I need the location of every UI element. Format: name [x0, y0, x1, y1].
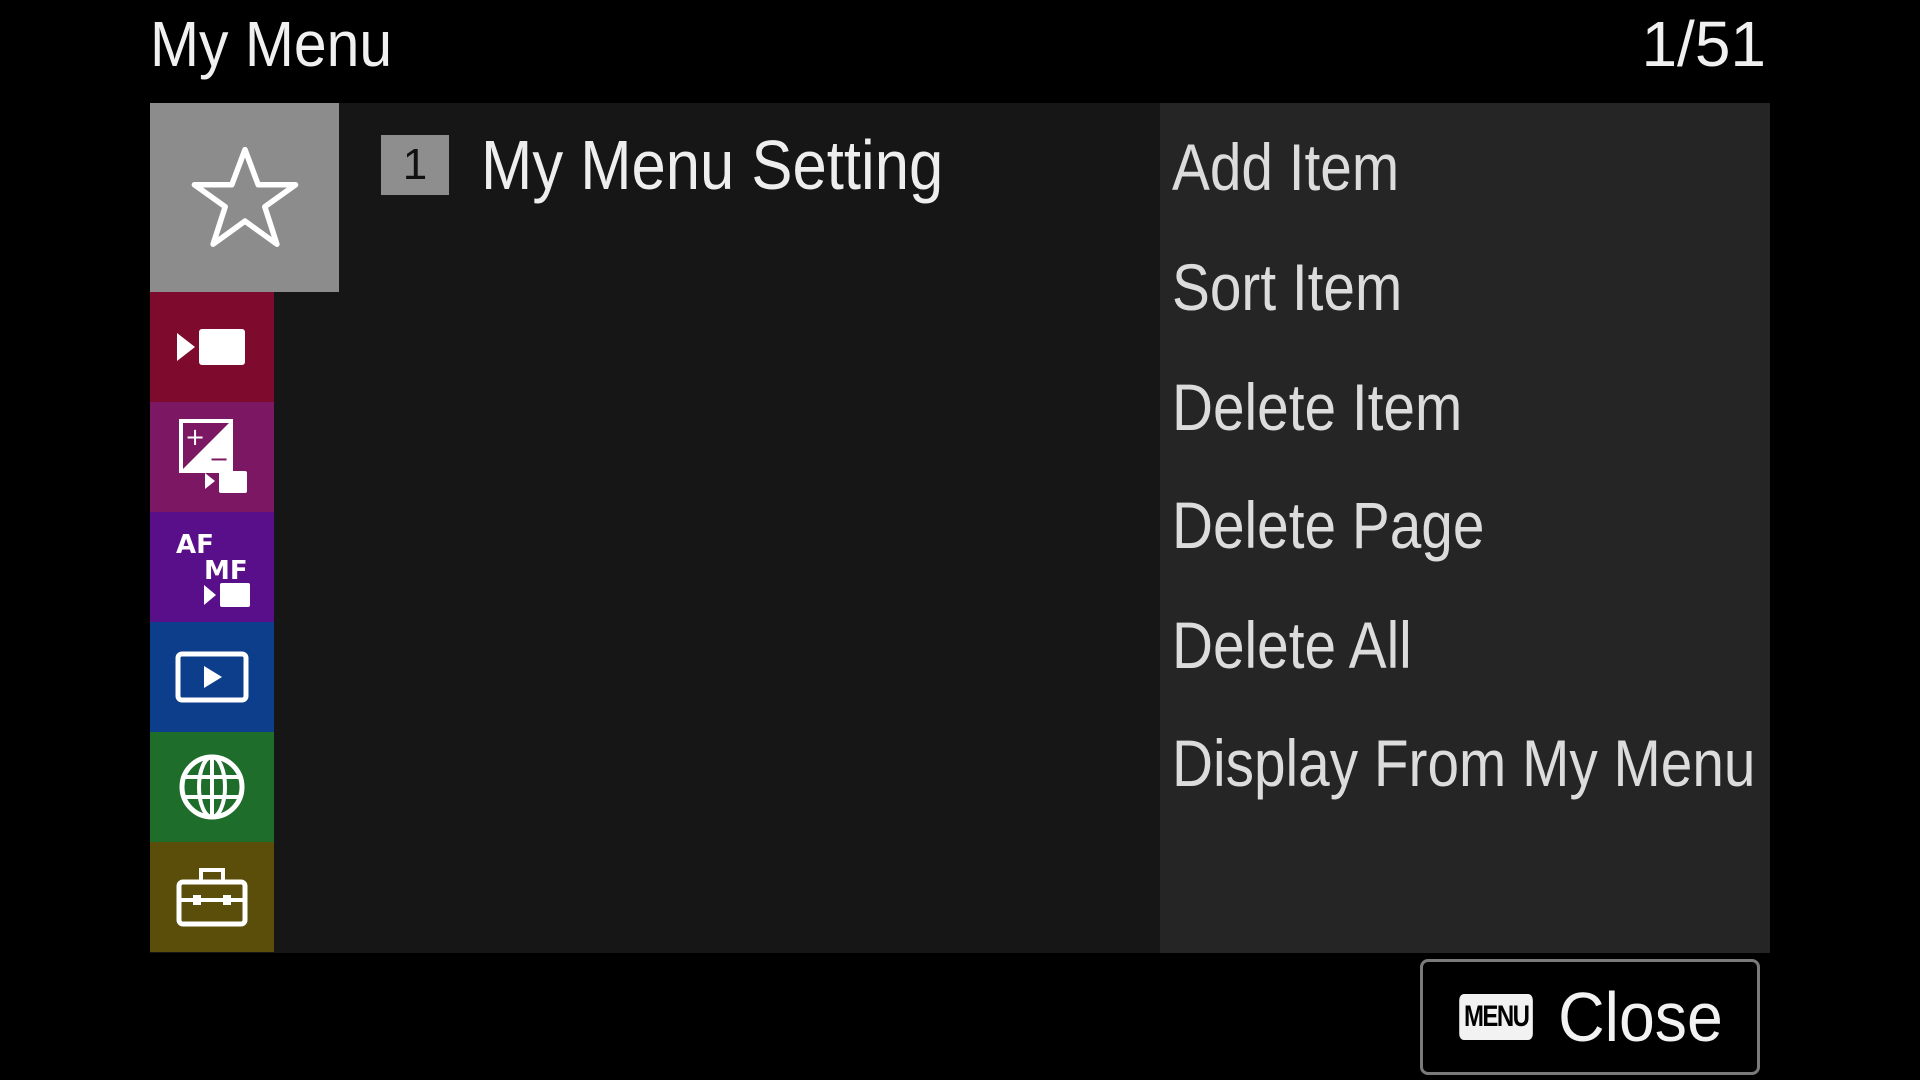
submenu-item-my-menu-setting[interactable]: 1 My Menu Setting [381, 125, 1006, 205]
svg-text:−: − [209, 445, 229, 473]
option-add-item[interactable]: Add Item [1172, 127, 1399, 207]
submenu-area [339, 103, 1160, 953]
exposure-icon: + − [179, 419, 247, 493]
tab-network[interactable] [150, 732, 274, 842]
star-icon [191, 146, 298, 247]
option-display-from-my-menu[interactable]: Display From My Menu [1172, 723, 1755, 803]
globe-icon [179, 754, 245, 820]
tab-my-menu[interactable] [150, 103, 339, 292]
toolbox-icon [176, 868, 248, 927]
option-delete-all[interactable]: Delete All [1172, 605, 1412, 685]
svg-text:+: + [185, 423, 205, 451]
close-button[interactable]: MENU Close [1420, 959, 1760, 1075]
tab-focus[interactable]: AF MF [150, 512, 274, 622]
menu-key-icon: MENU [1459, 994, 1534, 1040]
page-indicator: 1/51 [1641, 8, 1766, 80]
af-mf-icon: AF MF [176, 530, 250, 607]
tab-setup[interactable] [150, 842, 274, 952]
submenu-item-label: My Menu Setting [481, 126, 944, 204]
option-delete-page[interactable]: Delete Page [1172, 485, 1484, 565]
tab-playback[interactable] [150, 622, 274, 732]
movie-camera-icon [177, 329, 245, 365]
page-number-badge: 1 [381, 135, 449, 195]
playback-icon [175, 651, 249, 703]
option-delete-item[interactable]: Delete Item [1172, 367, 1462, 447]
tab-exposure-color[interactable]: + − [150, 402, 274, 512]
options-panel: Add Item Sort Item Delete Item Delete Pa… [1160, 103, 1770, 953]
header-title: My Menu [150, 8, 393, 80]
option-sort-item[interactable]: Sort Item [1172, 247, 1402, 327]
svg-text:MF: MF [204, 556, 248, 586]
close-label: Close [1557, 978, 1723, 1056]
tab-shooting[interactable] [150, 292, 274, 402]
